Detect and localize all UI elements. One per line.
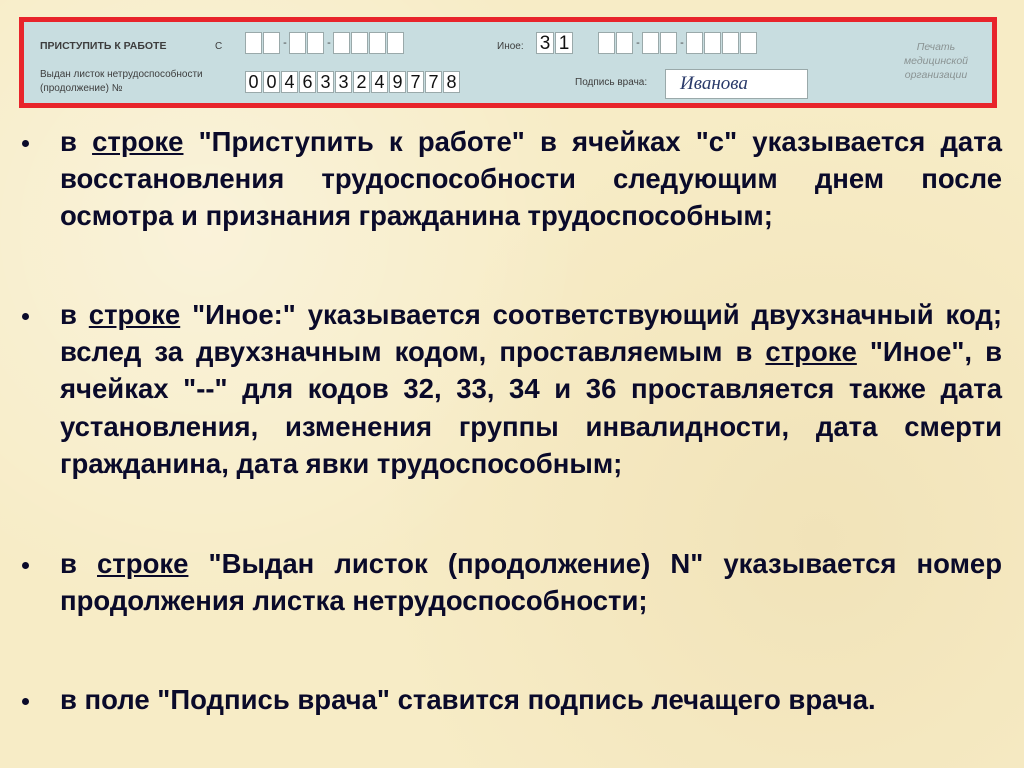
issued-number-cell[interactable]: 6 — [299, 71, 316, 93]
bullet-item: в поле "Подпись врача" ставится подпись … — [60, 681, 1002, 718]
date-cell[interactable] — [598, 32, 615, 54]
issued-number-cell[interactable]: 4 — [281, 71, 298, 93]
start-work-label: ПРИСТУПИТЬ К РАБОТЕ — [40, 40, 167, 52]
bullet-underlined-word: строке — [765, 336, 857, 368]
issued-number-cells: 0 0 4 6 3 3 2 4 9 7 7 8 — [245, 71, 461, 93]
issued-number-cell[interactable]: 3 — [335, 71, 352, 93]
bullet-item: в строке "Выдан листок (продолжение) N" … — [60, 545, 1002, 619]
date-cell[interactable] — [289, 32, 306, 54]
date-cell[interactable] — [616, 32, 633, 54]
bullet-text: "Приступить к работе" в ячейках "с" указ… — [60, 126, 1002, 232]
doctor-signature-field[interactable]: Иванова — [665, 69, 808, 99]
date-cell[interactable] — [263, 32, 280, 54]
issued-number-cell[interactable]: 7 — [425, 71, 442, 93]
other-label: Иное: — [497, 41, 524, 52]
date-cell[interactable] — [333, 32, 350, 54]
issued-number-cell[interactable]: 3 — [317, 71, 334, 93]
date-separator: - — [283, 37, 287, 49]
bullet-marker — [22, 140, 29, 147]
start-work-from-label: С — [215, 41, 223, 52]
date-cell[interactable] — [307, 32, 324, 54]
issued-number-cell[interactable]: 2 — [353, 71, 370, 93]
stamp-line: медицинской — [903, 55, 969, 67]
bullet-text: в поле "Подпись врача" ставится подпись … — [60, 684, 876, 715]
start-work-date-cells: - - — [245, 32, 405, 54]
stamp-line: Печать — [916, 41, 956, 53]
form-excerpt — [24, 22, 992, 103]
stamp-placeholder: Печать медицинской организации — [896, 40, 976, 82]
issued-label-line2: (продолжение) № — [40, 83, 123, 94]
date-cell[interactable] — [686, 32, 703, 54]
issued-number-cell[interactable]: 0 — [245, 71, 262, 93]
issued-number-cell[interactable]: 8 — [443, 71, 460, 93]
bullet-underlined-word: строке — [92, 126, 184, 157]
date-separator: - — [680, 37, 684, 49]
date-cell[interactable] — [642, 32, 659, 54]
issued-number-cell[interactable]: 9 — [389, 71, 406, 93]
issued-number-cell[interactable]: 7 — [407, 71, 424, 93]
date-cell[interactable] — [660, 32, 677, 54]
date-cell[interactable] — [740, 32, 757, 54]
bullet-marker — [22, 698, 29, 705]
bullet-item: в строке "Иное:" указывается соответству… — [60, 296, 1002, 482]
bullet-underlined-word: строке — [97, 548, 189, 579]
bullet-text: в — [60, 548, 98, 579]
date-cell[interactable] — [704, 32, 721, 54]
bullet-marker — [22, 313, 29, 320]
issued-label-line1: Выдан листок нетрудоспособности — [40, 69, 203, 80]
date-cell[interactable] — [387, 32, 404, 54]
bullet-text: "Выдан листок (продолжение) N" указывает… — [60, 548, 1003, 617]
bullet-text: в — [60, 126, 93, 157]
bullet-underlined-word: строке — [88, 299, 181, 330]
issued-number-cell[interactable]: 4 — [371, 71, 388, 93]
date-cell[interactable] — [351, 32, 368, 54]
date-cell[interactable] — [722, 32, 739, 54]
date-cell[interactable] — [369, 32, 386, 54]
date-cell[interactable] — [245, 32, 262, 54]
date-separator: - — [636, 37, 640, 49]
doctor-signature-label: Подпись врача: — [575, 77, 648, 88]
other-code-cells: 3 1 — [536, 32, 574, 54]
other-date-cells: - - — [598, 32, 758, 54]
bullet-text: в — [60, 299, 89, 330]
stamp-line: организации — [904, 69, 968, 81]
bullet-item: в строке "Приступить к работе" в ячейках… — [60, 123, 1002, 235]
other-code-cell[interactable]: 1 — [555, 32, 573, 54]
other-code-cell[interactable]: 3 — [536, 32, 554, 54]
issued-number-cell[interactable]: 0 — [263, 71, 280, 93]
date-separator: - — [327, 37, 331, 49]
bullet-marker — [22, 562, 29, 569]
